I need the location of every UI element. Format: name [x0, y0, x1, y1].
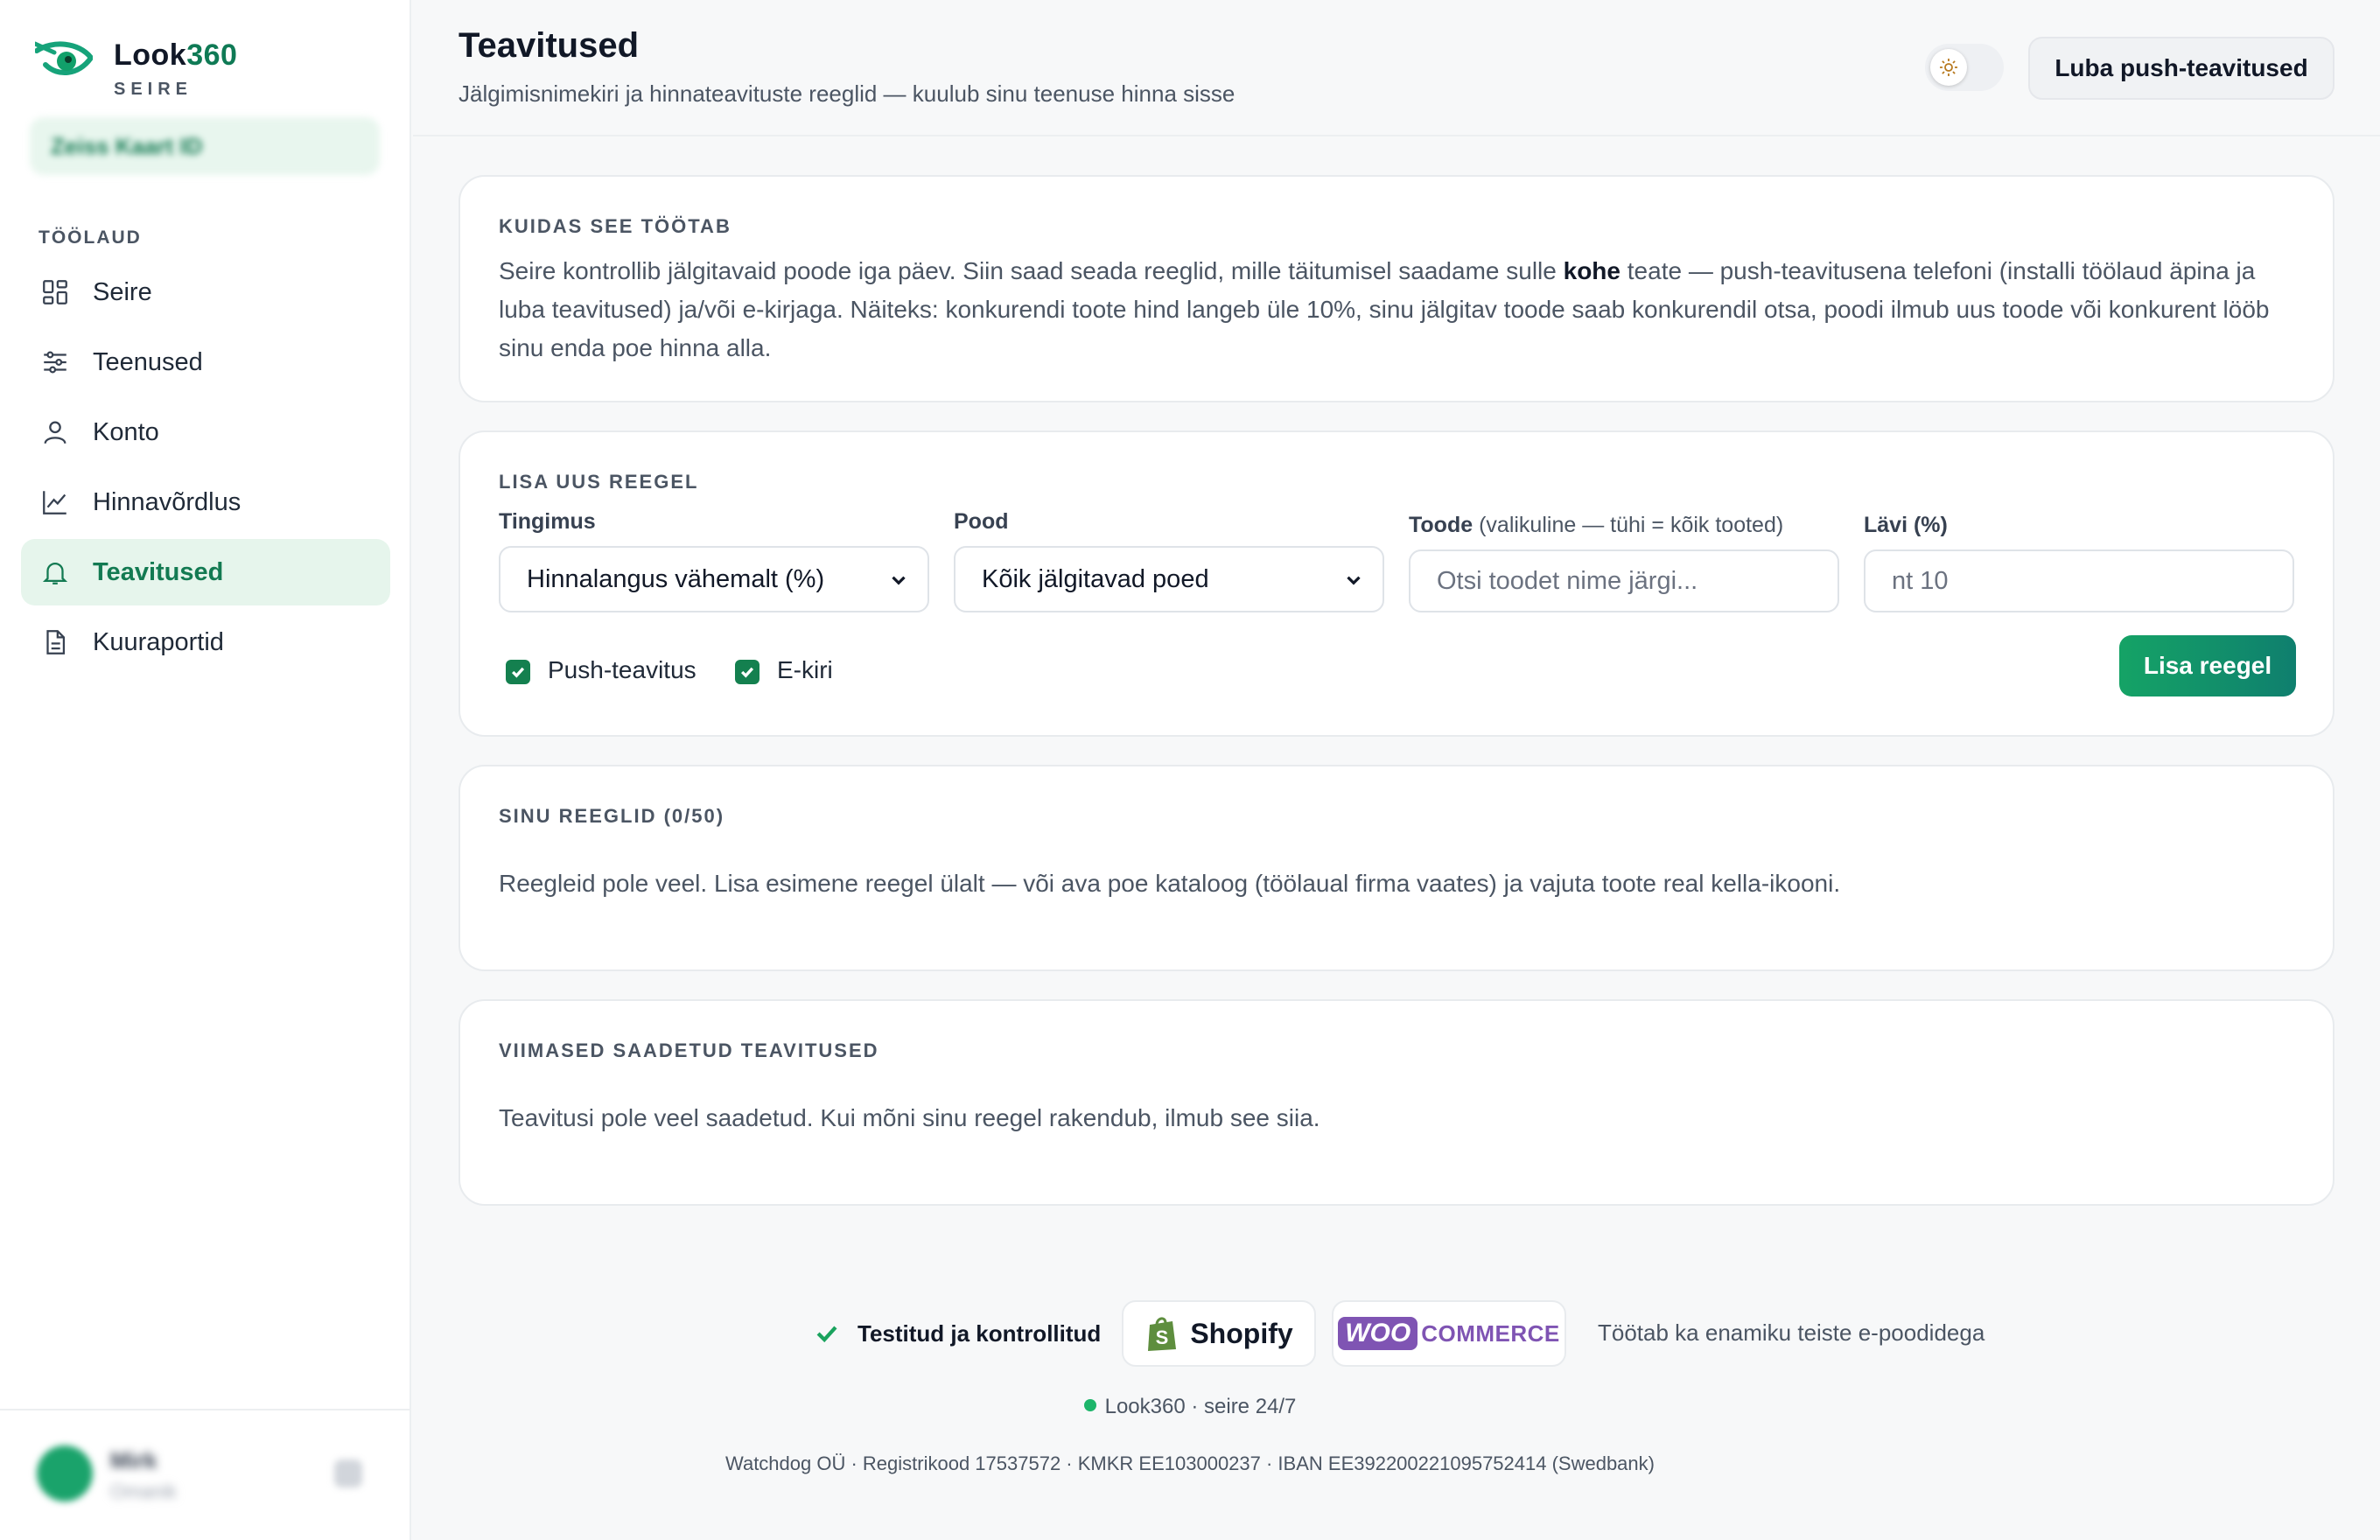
company-name: Zeiss Kaart ID	[51, 133, 203, 159]
text-part: Seire kontrollib jälgitavaid poode iga p…	[499, 257, 1564, 284]
product-placeholder: Otsi toodet nime järgi...	[1437, 566, 1698, 595]
condition-select[interactable]: Hinnalangus vähemalt (%)	[499, 546, 929, 612]
text-bold: kohe	[1563, 257, 1620, 284]
sidebar-item-seire[interactable]: Seire	[21, 259, 390, 326]
logo-subtitle: SEIRE	[114, 80, 193, 99]
email-checkbox[interactable]	[735, 660, 760, 684]
card-title: LISA UUS REEGEL	[499, 471, 699, 493]
threshold-placeholder: nt 10	[1892, 566, 1949, 595]
card-title: SINU REEGLID (0/50)	[499, 805, 725, 827]
bell-icon	[42, 563, 68, 584]
recent-notifications-card: VIIMASED SAADETUD TEAVITUSED Teavitusi p…	[458, 999, 2334, 1206]
shop-select[interactable]: Kõik jälgitavad poed	[954, 546, 1384, 612]
sidebar-item-label: Teenused	[93, 347, 203, 376]
status-dot-icon	[1083, 1399, 1096, 1411]
logo-name-prefix: Look	[114, 38, 187, 72]
condition-value: Hinnalangus vähemalt (%)	[527, 564, 825, 593]
grid-icon	[43, 280, 67, 304]
card-title: VIIMASED SAADETUD TEAVITUSED	[499, 1040, 879, 1061]
product-search-input[interactable]: Otsi toodet nime järgi...	[1409, 550, 1839, 612]
logo-name-suffix: 360	[186, 38, 238, 72]
company-switcher[interactable]: Zeiss Kaart ID	[30, 117, 380, 175]
sidebar-item-konto[interactable]: Konto	[21, 399, 390, 466]
email-checkbox-label[interactable]: E-kiri	[777, 656, 833, 684]
sidebar-item-kuuraportid[interactable]: Kuuraportid	[21, 609, 390, 676]
card-title: KUIDAS SEE TÖÖTAB	[499, 215, 732, 237]
shopify-bag-icon: S	[1148, 1317, 1177, 1351]
shopify-badge: S Shopify	[1122, 1300, 1316, 1367]
new-rule-card: LISA UUS REEGEL Tingimus Hinnalangus väh…	[458, 430, 2334, 737]
chevron-down-icon	[892, 576, 906, 585]
status-text: Look360 · seire 24/7	[1104, 1395, 1297, 1418]
shopify-text: Shopify	[1190, 1317, 1293, 1349]
product-label: Toode (valikuline — tühi = kõik tooted)	[1409, 513, 1783, 538]
sidebar-nav: Seire Teenused Konto Hinnavõrdlus Teavit…	[21, 259, 390, 679]
sidebar-item-label: Teavitused	[93, 557, 224, 586]
company-info: Watchdog OÜ · Registrikood 17537572 · KM…	[725, 1452, 1655, 1474]
shop-label: Pood	[954, 509, 1009, 534]
recent-empty-text: Teavitusi pole veel saadetud. Kui mõni s…	[499, 1104, 1320, 1131]
how-it-works-card: KUIDAS SEE TÖÖTAB Seire kontrollib jälgi…	[458, 175, 2334, 402]
chevron-down-icon	[1347, 576, 1361, 585]
sidebar-item-teenused[interactable]: Teenused	[21, 329, 390, 396]
condition-label: Tingimus	[499, 509, 596, 534]
logo[interactable]: Look360 SEIRE	[35, 38, 237, 100]
file-icon	[46, 630, 66, 654]
status-line: Look360 · seire 24/7	[0, 1395, 2380, 1419]
sliders-icon	[44, 351, 66, 374]
sidebar-item-label: Hinnavõrdlus	[93, 487, 242, 516]
theme-knob	[1930, 49, 1967, 86]
check-icon	[816, 1326, 837, 1343]
user-role: Omanik	[110, 1480, 177, 1502]
woo-logo-suffix: COMMERCE	[1421, 1320, 1560, 1347]
sun-icon	[1940, 59, 1957, 76]
push-checkbox[interactable]	[506, 660, 530, 684]
threshold-label: Lävi (%)	[1864, 513, 1948, 537]
trust-badge: Testitud ja kontrollitud	[812, 1298, 1101, 1368]
check-icon	[740, 667, 754, 678]
my-rules-card: SINU REEGLID (0/50) Reegleid pole veel. …	[458, 765, 2334, 971]
sidebar-item-teavitused[interactable]: Teavitused	[21, 539, 390, 606]
sidebar-item-label: Kuuraportid	[93, 627, 224, 656]
shop-value: Kõik jälgitavad poed	[982, 564, 1209, 593]
sidebar-item-label: Konto	[93, 417, 159, 446]
enable-push-button[interactable]: Luba push-teavitused	[2028, 37, 2334, 100]
product-label-text: Toode	[1409, 513, 1474, 537]
threshold-input[interactable]: nt 10	[1864, 550, 2294, 612]
nav-heading: TÖÖLAUD	[38, 228, 142, 248]
page-subtitle: Jälgimisnimekiri ja hinnateavituste reeg…	[458, 80, 1236, 107]
sidebar-item-hinnavordlus[interactable]: Hinnavõrdlus	[21, 469, 390, 536]
chart-icon	[43, 491, 66, 514]
tested-text: Testitud ja kontrollitud	[858, 1320, 1102, 1347]
works-with-text: Töötab ka enamiku teiste e-poodidega	[1598, 1320, 1985, 1346]
sidebar-item-label: Seire	[93, 277, 152, 306]
push-checkbox-label[interactable]: Push-teavitus	[548, 656, 696, 684]
woo-logo-prefix: WOO	[1338, 1317, 1418, 1350]
page-header: Teavitused Jälgimisnimekiri ja hinnateav…	[413, 0, 2380, 136]
user-icon	[44, 421, 66, 444]
svg-text:S: S	[1156, 1326, 1169, 1348]
sidebar: Look360 SEIRE Zeiss Kaart ID TÖÖLAUD Sei…	[0, 0, 411, 1540]
eye-logo-icon	[35, 41, 93, 76]
theme-toggle[interactable]	[1925, 44, 2004, 91]
how-it-works-text: Seire kontrollib jälgitavaid poode iga p…	[499, 252, 2301, 368]
add-rule-button[interactable]: Lisa reegel	[2119, 635, 2296, 696]
page-title: Teavitused	[458, 26, 639, 65]
rules-empty-text: Reegleid pole veel. Lisa esimene reegel …	[499, 870, 1841, 897]
check-icon	[511, 667, 525, 678]
product-label-hint: (valikuline — tühi = kõik tooted)	[1479, 513, 1784, 537]
woocommerce-badge: WOO COMMERCE	[1332, 1300, 1566, 1367]
